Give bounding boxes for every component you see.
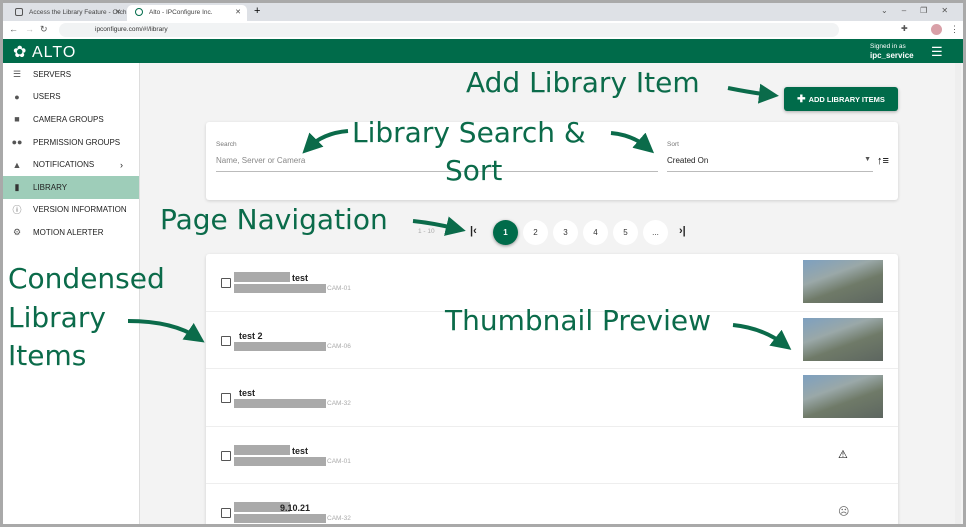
item-camera: CAM-01 bbox=[327, 285, 351, 292]
add-library-items-button[interactable]: ✚ ADD LIBRARY ITEMS bbox=[784, 87, 898, 111]
back-icon[interactable]: ← bbox=[9, 24, 18, 34]
annotation-page: Page Navigation bbox=[160, 203, 388, 236]
item-name: test 2 bbox=[239, 330, 263, 341]
annotation-condensed: Condensed bbox=[8, 262, 165, 295]
item-camera: CAM-32 bbox=[327, 400, 351, 407]
library-list: test CAM-01 test 2 CAM-06 test CAM-32 test CAM-… bbox=[206, 254, 898, 524]
thumbnail-preview[interactable] bbox=[803, 260, 883, 303]
item-camera: CAM-01 bbox=[327, 457, 351, 465]
sidebar-item-motion-alerter[interactable]: ⚙ MOTION ALERTER bbox=[3, 221, 139, 244]
redacted-path bbox=[234, 284, 326, 293]
page-1[interactable]: 1 bbox=[493, 220, 518, 245]
scrollbar[interactable] bbox=[955, 63, 961, 524]
sidebar-item-library[interactable]: ▮ LIBRARY bbox=[3, 175, 139, 199]
item-name: test bbox=[292, 445, 309, 456]
menu-icon[interactable]: ⋮ bbox=[950, 24, 959, 35]
library-item[interactable]: 9.10.21 CAM-32 ☹ bbox=[206, 484, 898, 524]
warning-icon: ⚠ bbox=[838, 448, 848, 461]
annotation-search: Library Search & bbox=[352, 116, 586, 149]
redacted-server bbox=[234, 272, 290, 282]
last-page-icon[interactable]: ›| bbox=[679, 225, 686, 237]
annotation-add: Add Library Item bbox=[466, 66, 700, 99]
sidebar-item-version-information[interactable]: ⓘ VERSION INFORMATION bbox=[3, 199, 139, 222]
item-camera: CAM-06 bbox=[327, 342, 351, 350]
item-name: 9.10.21 bbox=[280, 503, 311, 513]
page-4[interactable]: 4 bbox=[583, 220, 608, 245]
reload-icon[interactable]: ↻ bbox=[40, 24, 48, 35]
page-range: 1 - 10 bbox=[418, 228, 435, 235]
item-checkbox[interactable] bbox=[221, 393, 231, 403]
redacted-server bbox=[234, 444, 290, 455]
annotation-library: Library bbox=[8, 301, 106, 334]
user-icon: ● bbox=[14, 91, 20, 102]
page-more[interactable]: ... bbox=[643, 220, 668, 245]
sidebar-item-users[interactable]: ● USERS bbox=[3, 86, 139, 109]
redacted-path bbox=[234, 341, 326, 351]
tab-alto[interactable]: Alto - IPConfigure Inc. ✕ bbox=[127, 5, 247, 21]
signed-in-info: Signed in as ipc_service bbox=[870, 43, 914, 60]
sort-label: Sort bbox=[667, 141, 679, 148]
motion-icon: ⚙ bbox=[12, 226, 22, 237]
library-item[interactable]: test CAM-01 ⚠ bbox=[206, 427, 898, 484]
alto-logo[interactable]: ✿ ALTO bbox=[13, 42, 76, 62]
item-checkbox[interactable] bbox=[221, 278, 231, 288]
tab-bar: Access the Library Feature - Orch ✕ Alto … bbox=[3, 3, 963, 21]
thumbnail-preview[interactable] bbox=[803, 375, 883, 418]
redacted-path bbox=[234, 399, 326, 408]
bookmark-icon: ▮ bbox=[14, 181, 20, 192]
item-checkbox[interactable] bbox=[221, 335, 231, 346]
close-icon[interactable]: ✕ bbox=[115, 8, 121, 16]
extensions-icon[interactable]: ✚ bbox=[901, 24, 908, 33]
dropdown-arrow-icon: ▼ bbox=[864, 156, 871, 163]
hamburger-menu-icon[interactable]: ☰ bbox=[931, 44, 943, 60]
annotation-sort: Sort bbox=[445, 154, 503, 187]
close-icon[interactable]: ✕ bbox=[235, 8, 241, 16]
sidebar-item-permission-groups[interactable]: ●● PERMISSION GROUPS bbox=[3, 131, 139, 154]
bell-icon: ▲ bbox=[12, 159, 22, 170]
thumbnail-preview[interactable] bbox=[803, 317, 883, 361]
first-page-icon[interactable]: |‹ bbox=[470, 225, 477, 237]
redacted-path bbox=[234, 456, 326, 466]
info-icon: ⓘ bbox=[12, 205, 22, 216]
sidebar-item-notifications[interactable]: ▲ NOTIFICATIONS › bbox=[3, 153, 139, 176]
annotation-thumbnail: Thumbnail Preview bbox=[445, 304, 711, 337]
tab-docs[interactable]: Access the Library Feature - Orch ✕ bbox=[7, 5, 127, 21]
item-checkbox[interactable] bbox=[221, 450, 231, 461]
window-controls[interactable]: ⌄–❐✕ bbox=[881, 6, 962, 15]
sort-select[interactable]: Created On ▼ bbox=[667, 156, 873, 172]
item-checkbox[interactable] bbox=[221, 508, 231, 518]
plus-icon: ✚ bbox=[797, 93, 806, 105]
url-input[interactable]: ipconfigure.com/#!/library bbox=[59, 23, 839, 37]
address-bar: ← → ↻ ipconfigure.com/#!/library ✚ ⋮ bbox=[3, 21, 963, 39]
new-tab-button[interactable]: + bbox=[254, 5, 260, 17]
browser-window: Access the Library Feature - Orch ✕ Alto … bbox=[3, 3, 963, 524]
page-2[interactable]: 2 bbox=[523, 220, 548, 245]
sort-direction-icon[interactable]: ↑≡ bbox=[877, 155, 889, 167]
library-item[interactable]: test CAM-32 bbox=[206, 369, 898, 427]
annotation-items: Items bbox=[8, 339, 87, 372]
doc-icon bbox=[15, 8, 23, 16]
profile-avatar[interactable] bbox=[931, 24, 942, 35]
app-header: ✿ ALTO Signed in as ipc_service ☰ bbox=[3, 39, 963, 63]
forward-icon[interactable]: → bbox=[25, 24, 34, 34]
sidebar-item-camera-groups[interactable]: ■ CAMERA GROUPS bbox=[3, 108, 139, 131]
library-item[interactable]: test CAM-01 bbox=[206, 254, 898, 312]
search-label: Search bbox=[216, 141, 237, 148]
page-3[interactable]: 3 bbox=[553, 220, 578, 245]
group-icon: ●● bbox=[11, 137, 23, 148]
redacted-path bbox=[234, 514, 326, 523]
sidebar-item-servers[interactable]: ☰ SERVERS bbox=[3, 63, 139, 86]
item-camera: CAM-32 bbox=[327, 515, 351, 522]
page-5[interactable]: 5 bbox=[613, 220, 638, 245]
chevron-right-icon: › bbox=[120, 159, 123, 170]
item-name: test bbox=[239, 388, 256, 398]
sad-face-icon: ☹ bbox=[838, 506, 850, 518]
search-input[interactable]: Name, Server or Camera bbox=[216, 156, 658, 172]
item-name: test bbox=[292, 273, 309, 283]
servers-icon: ☰ bbox=[12, 68, 22, 79]
alto-icon bbox=[135, 8, 143, 16]
camera-icon: ■ bbox=[14, 114, 20, 125]
